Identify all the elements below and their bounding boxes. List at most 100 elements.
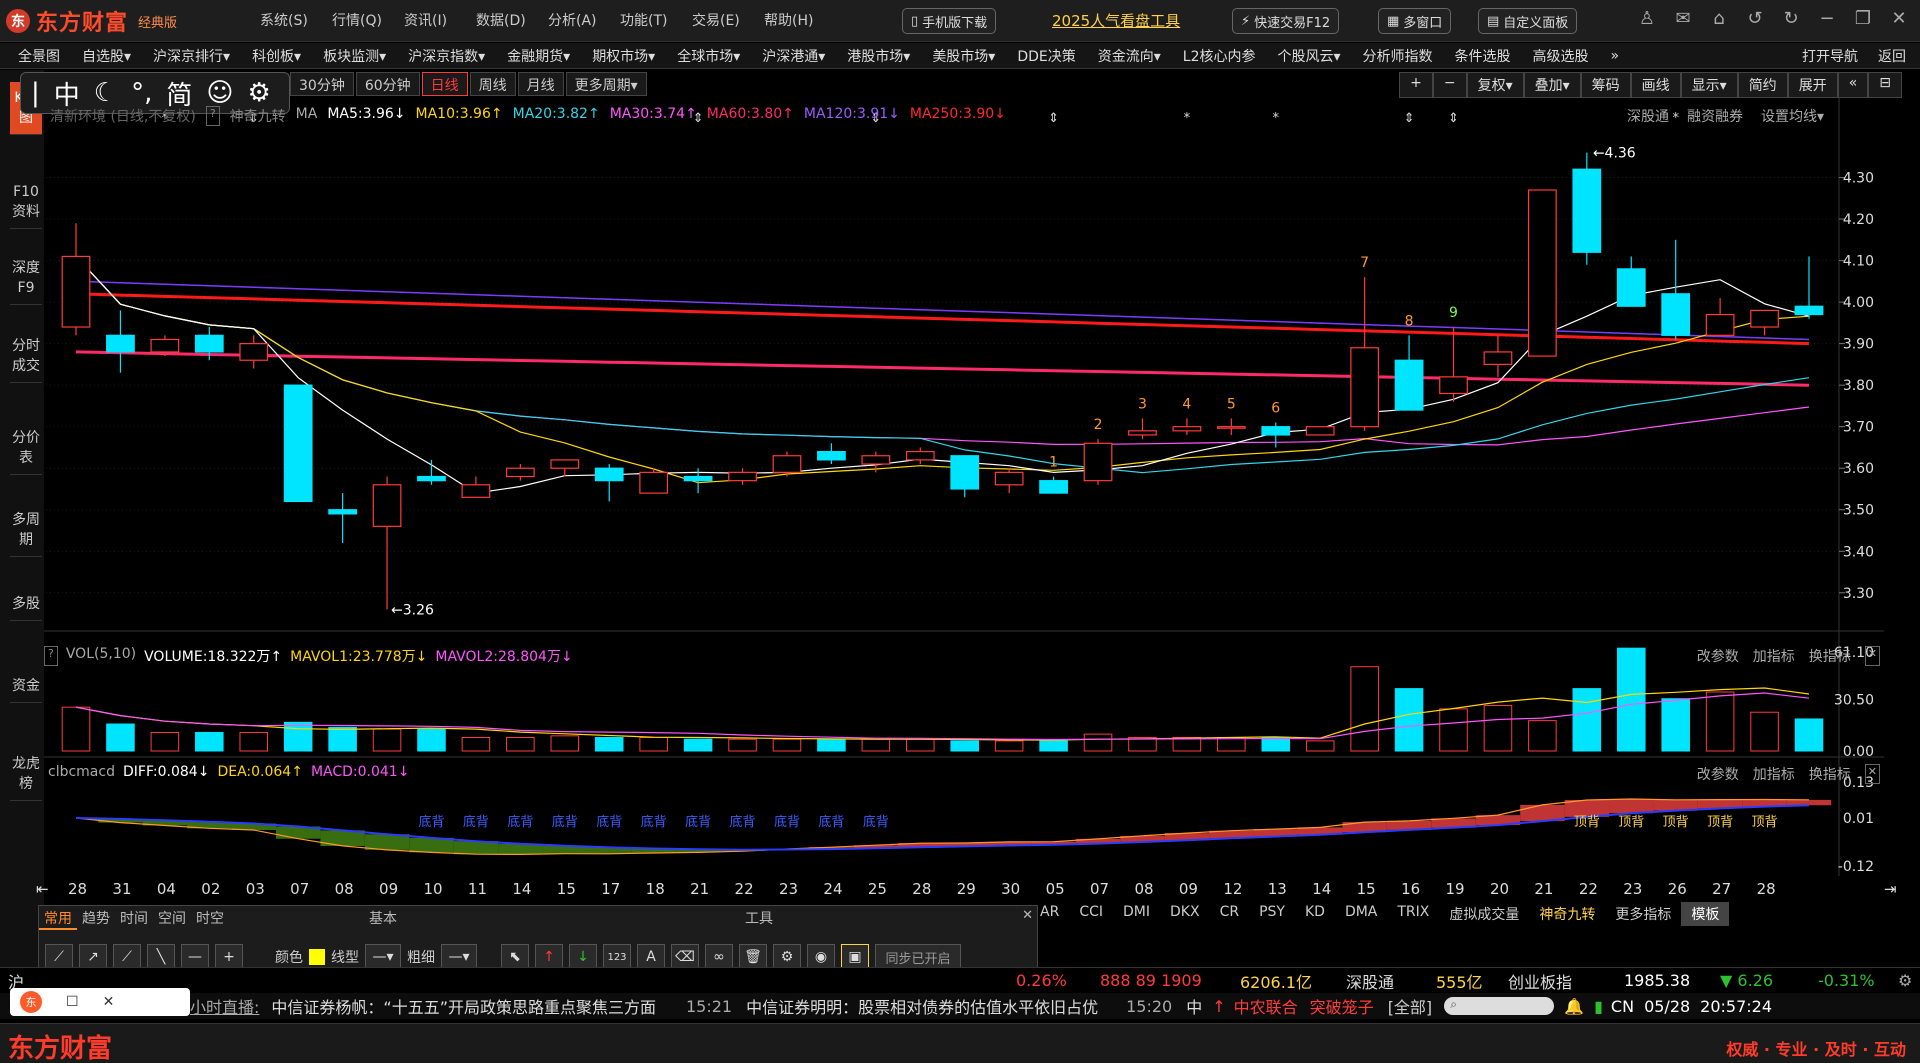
ma-settings-link[interactable]: 设置均线▾: [1761, 106, 1824, 126]
bell-icon[interactable]: 🔔: [1564, 997, 1584, 1016]
nav-item[interactable]: 高级选股: [1533, 46, 1611, 66]
menu-item[interactable]: 行情(Q): [332, 10, 404, 30]
chart-tool-button[interactable]: 画线: [1630, 72, 1681, 98]
restore-icon[interactable]: ☐: [66, 994, 79, 1010]
quick-trade-button[interactable]: ⚡ 快速交易F12: [1232, 8, 1340, 34]
nav-item[interactable]: 自选股▾: [82, 46, 153, 66]
custom-panel-button[interactable]: ▤ 自定义面板: [1478, 8, 1578, 34]
chart-tool-button[interactable]: 筹码: [1580, 72, 1631, 98]
indicator-tab[interactable]: KD: [1295, 902, 1335, 926]
menu-item[interactable]: 系统(S): [260, 10, 332, 30]
menu-item[interactable]: 交易(E): [692, 10, 764, 30]
event-marker[interactable]: ⇕: [1048, 111, 1059, 126]
close-panel-icon[interactable]: ✕: [1864, 764, 1880, 784]
indicator-tab[interactable]: 更多指标: [1605, 902, 1681, 926]
nav-item[interactable]: »: [1611, 48, 1642, 64]
nav-item[interactable]: 全球市场▾: [677, 46, 762, 66]
nav-item[interactable]: 美股市场▾: [932, 46, 1017, 66]
ticker-cyb[interactable]: 创业板指: [1508, 969, 1572, 993]
ticker-sgt[interactable]: 深股通: [1346, 969, 1394, 993]
event-marker[interactable]: ⇕: [1404, 111, 1415, 126]
live-label[interactable]: 小时直播:: [190, 994, 259, 1018]
add-indicator-link[interactable]: 加指标: [1753, 646, 1795, 666]
emoji-icon[interactable]: ☺: [206, 78, 233, 108]
nav-item[interactable]: 沪深京排行▾: [153, 46, 252, 66]
chart-tool-button[interactable]: 显示▾: [1680, 72, 1738, 98]
settings-icon[interactable]: ⚙: [247, 78, 270, 108]
close-icon[interactable]: ✕: [103, 994, 115, 1010]
chart-tool-button[interactable]: 简约: [1737, 72, 1788, 98]
nav-item[interactable]: 沪深京指数▾: [408, 46, 507, 66]
event-marker[interactable]: ⇕: [1448, 111, 1459, 126]
indicator-tab[interactable]: DMA: [1335, 902, 1387, 926]
nav-item[interactable]: 全景图: [18, 46, 82, 66]
kline-chart[interactable]: 4.30 4.20 4.10 4.00 3.90 3.80 3.70 3.60 3.50 3.40…: [44, 96, 1884, 876]
nav-item[interactable]: DDE决策: [1017, 46, 1097, 66]
close-panel-icon[interactable]: ✕: [1864, 646, 1880, 666]
user-icon[interactable]: ♙: [1636, 8, 1658, 29]
event-marker[interactable]: *: [1184, 111, 1191, 126]
nav-item[interactable]: 条件选股: [1455, 46, 1533, 66]
indicator-tab[interactable]: DMI: [1113, 902, 1160, 926]
chart-tool-button[interactable]: ⊟: [1868, 72, 1902, 98]
refresh-icon[interactable]: ↺: [1744, 8, 1766, 29]
tool-tab[interactable]: 时间: [115, 906, 153, 930]
chart-tool-button[interactable]: 复权▾: [1466, 72, 1524, 98]
settings-icon[interactable]: ⚙: [1898, 971, 1912, 990]
night-mode-icon[interactable]: ☾: [94, 78, 117, 108]
close-icon[interactable]: ✕: [1888, 8, 1910, 29]
event-marker[interactable]: *: [1273, 111, 1280, 126]
period-tab[interactable]: 30分钟: [290, 72, 354, 96]
redo-icon[interactable]: ↻: [1780, 8, 1802, 29]
menu-item[interactable]: 功能(T): [620, 10, 692, 30]
td-tag[interactable]: 神奇九转: [230, 106, 286, 126]
help-icon[interactable]: ?: [44, 646, 58, 666]
nav-item[interactable]: 沪深港通▾: [762, 46, 847, 66]
nav-item[interactable]: 板块监测▾: [323, 46, 408, 66]
left-tab[interactable]: 资金: [10, 670, 42, 703]
indicator-tab[interactable]: 神奇九转: [1529, 902, 1605, 926]
chart-tool-button[interactable]: 展开: [1787, 72, 1838, 98]
drag-handle-icon[interactable]: |: [31, 78, 40, 108]
help-icon[interactable]: ?: [205, 106, 220, 126]
menu-item[interactable]: 帮助(H): [764, 10, 836, 30]
tool-tab[interactable]: 时空: [191, 906, 229, 930]
period-tab[interactable]: 日线: [421, 72, 468, 96]
left-tab[interactable]: 多周期: [10, 504, 42, 557]
sgt-link[interactable]: 深股通: [1627, 106, 1669, 126]
nav-item[interactable]: 科创板▾: [252, 46, 323, 66]
scroll-left-icon[interactable]: ⇤: [36, 880, 49, 898]
period-tab[interactable]: 更多周期▾: [565, 72, 647, 96]
period-tab[interactable]: 60分钟: [355, 72, 420, 96]
tool-tab[interactable]: 空间: [153, 906, 191, 930]
period-tab[interactable]: 月线: [517, 72, 564, 96]
indicator-tab[interactable]: CCI: [1069, 902, 1113, 926]
tool-tab[interactable]: 常用: [39, 906, 77, 930]
chart-tool-button[interactable]: −: [1432, 72, 1467, 98]
nav-item[interactable]: 期权市场▾: [592, 46, 677, 66]
news-item[interactable]: 中信证券明明：股票相对债券的估值水平依旧占优: [746, 994, 1098, 1018]
left-tab[interactable]: 多股: [10, 588, 42, 621]
all-link[interactable]: [全部]: [1388, 994, 1433, 1018]
nav-right-item[interactable]: 打开导航: [1802, 46, 1858, 66]
scroll-right-icon[interactable]: ⇥: [1884, 880, 1897, 898]
minimize-icon[interactable]: −: [1816, 8, 1838, 29]
promo-link[interactable]: 2025人气看盘工具: [1052, 10, 1180, 31]
tool-tab[interactable]: 趋势: [77, 906, 115, 930]
nav-item[interactable]: 资金流向▾: [1098, 46, 1183, 66]
edit-params-link[interactable]: 改参数: [1697, 646, 1739, 666]
chart-tool-button[interactable]: 叠加▾: [1523, 72, 1581, 98]
app-mini-icon[interactable]: 东: [20, 991, 42, 1013]
left-tab[interactable]: F10资料: [10, 176, 42, 229]
edit-params-link[interactable]: 改参数: [1697, 764, 1739, 784]
indicator-tab[interactable]: PSY: [1249, 902, 1295, 926]
indicator-tab[interactable]: 虚拟成交量: [1439, 902, 1529, 926]
multi-window-button[interactable]: ▦ 多窗口: [1378, 8, 1452, 34]
margin-link[interactable]: 融资融券: [1687, 106, 1743, 126]
left-tab[interactable]: 龙虎榜: [10, 748, 42, 801]
mobile-download-button[interactable]: ▯ 手机版下载: [902, 8, 997, 34]
menu-item[interactable]: 数据(D): [476, 10, 548, 30]
chart-tool-button[interactable]: «: [1837, 72, 1869, 98]
add-indicator-link[interactable]: 加指标: [1753, 764, 1795, 784]
search-input[interactable]: ⌕: [1444, 997, 1555, 1015]
